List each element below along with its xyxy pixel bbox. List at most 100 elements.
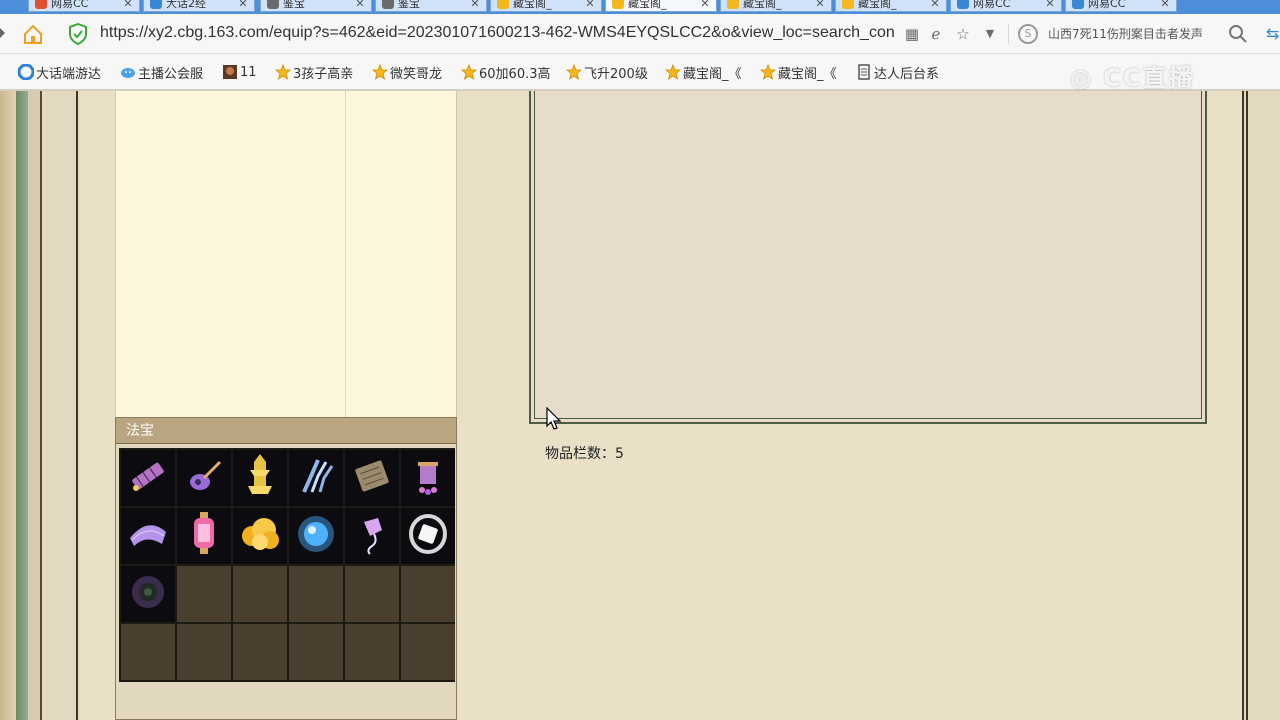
tab-close-icon[interactable]: ✕ <box>123 0 133 10</box>
tab-close-icon[interactable]: ✕ <box>238 0 248 10</box>
fabao-slot[interactable] <box>345 450 399 506</box>
tab-favicon-icon <box>150 0 162 9</box>
bookmark-label: 11 <box>240 64 257 80</box>
fabao-slot[interactable] <box>289 450 343 506</box>
golden-cloud-icon <box>236 512 284 560</box>
tab-title: 鉴宝 <box>398 0 420 10</box>
tab-favicon-icon <box>1072 0 1084 9</box>
tab-close-icon[interactable]: ✕ <box>585 0 595 10</box>
empty-fabao-slot[interactable] <box>177 566 231 622</box>
tab-title: 藏宝阁_ <box>513 0 552 10</box>
home-icon[interactable] <box>22 23 44 45</box>
bookmark-label: 藏宝阁_《 <box>778 66 837 82</box>
favorite-star-icon[interactable]: ☆ <box>953 24 973 44</box>
browser-tab[interactable]: 藏宝阁_ ✕ <box>835 0 947 12</box>
bookmarks-bar: ◎ CC直播 大话端游达 主播公会服 11 3孩子高亲 微笑哥龙 60加60.3高 飞升20… <box>0 54 1280 92</box>
fabao-slot[interactable] <box>177 450 231 506</box>
extension-icon[interactable]: ⇆ <box>1266 24 1280 44</box>
game-avatar-icon <box>222 64 238 80</box>
fabao-slot[interactable] <box>121 566 175 622</box>
fabao-slot[interactable] <box>121 450 175 506</box>
browser-tab[interactable]: 藏宝阁_ ✕ <box>490 0 602 12</box>
browser-tab[interactable]: 大话2经 ✕ <box>143 0 255 12</box>
fabao-slot[interactable] <box>345 508 399 564</box>
tab-title: 大话2经 <box>166 0 206 10</box>
browser-tab[interactable]: 鉴宝 ✕ <box>375 0 487 12</box>
tab-strip: 网易CC ✕ 大话2经 ✕ 鉴宝 ✕ 鉴宝 ✕ 藏宝阁_ ✕ 藏宝阁_ ✕ 藏宝阁_ ✕ 藏宝阁_ ✕ 网易CC… <box>0 0 1280 14</box>
empty-fabao-slot[interactable] <box>345 624 399 680</box>
bookmark-label: 飞升200级 <box>584 66 648 82</box>
bookmark-label: 藏宝阁_《 <box>683 66 742 82</box>
bookmark-item[interactable]: 大话端游达 <box>17 63 102 82</box>
empty-fabao-slot[interactable] <box>401 566 455 622</box>
empty-fabao-slot[interactable] <box>121 624 175 680</box>
secure-shield-icon[interactable] <box>68 23 88 45</box>
fabao-slot[interactable] <box>121 508 175 564</box>
empty-fabao-slot[interactable] <box>345 566 399 622</box>
empty-fabao-slot[interactable] <box>177 624 231 680</box>
browser-tab[interactable]: 网易CC ✕ <box>950 0 1062 12</box>
inventory-slot-count: 物品栏数：5 <box>545 446 624 462</box>
ice-claw-icon <box>294 454 338 502</box>
cc-live-watermark: ◎ CC直播 <box>1070 64 1195 92</box>
tab-close-icon[interactable]: ✕ <box>700 0 710 10</box>
browser-tab[interactable]: 藏宝阁_ ✕ <box>720 0 832 12</box>
golden-pagoda-icon <box>238 452 282 504</box>
tab-close-icon[interactable]: ✕ <box>355 0 365 10</box>
fabao-slot[interactable] <box>401 508 455 564</box>
mouse-cursor-icon <box>546 407 562 430</box>
chevron-down-icon[interactable]: ▼ <box>980 24 1000 44</box>
browser-tab[interactable]: 藏宝阁_ ✕ <box>605 0 717 12</box>
fabao-slot[interactable] <box>289 508 343 564</box>
bookmark-item[interactable]: 60加60.3高 <box>460 63 551 82</box>
tab-favicon-icon <box>842 0 854 9</box>
divider <box>1008 24 1009 44</box>
fabao-slot[interactable] <box>233 508 287 564</box>
column-divider <box>345 91 346 417</box>
empty-fabao-slot[interactable] <box>289 566 343 622</box>
empty-fabao-slot[interactable] <box>233 566 287 622</box>
bookmark-item[interactable]: 3孩子高亲 <box>274 63 353 82</box>
empty-fabao-slot[interactable] <box>289 624 343 680</box>
tab-close-icon[interactable]: ✕ <box>1045 0 1055 10</box>
empty-fabao-slot[interactable] <box>233 624 287 680</box>
news-ticker[interactable]: 山西7死11伤刑案目击者发声 <box>1048 25 1218 43</box>
browser-tab[interactable]: 网易CC ✕ <box>28 0 140 12</box>
star-bookmark-icon <box>274 63 292 80</box>
dark-orb-icon <box>126 570 170 618</box>
cc-logo-icon <box>17 63 35 81</box>
ie-mode-icon[interactable]: ℯ <box>926 24 946 44</box>
bookmark-item[interactable]: 主播公会服 <box>120 63 203 82</box>
browser-tab[interactable]: 鉴宝 ✕ <box>260 0 372 12</box>
qr-code-icon[interactable]: ▦ <box>902 24 922 44</box>
browser-tab[interactable]: 网易CC ✕ <box>1065 0 1177 12</box>
bookmark-item[interactable]: 飞升200级 <box>565 63 648 82</box>
purple-lantern-icon <box>406 454 450 502</box>
decorative-border <box>0 91 16 720</box>
fabao-slot[interactable] <box>401 450 455 506</box>
fabao-slot[interactable] <box>177 508 231 564</box>
tab-title: 网易CC <box>973 0 1011 10</box>
empty-fabao-slot[interactable] <box>401 624 455 680</box>
bookmark-item[interactable]: 藏宝阁_《 <box>664 63 742 82</box>
tab-close-icon[interactable]: ✕ <box>1160 0 1170 10</box>
jade-pendant-icon <box>350 512 394 560</box>
tab-close-icon[interactable]: ✕ <box>470 0 480 10</box>
tab-title: 鉴宝 <box>283 0 305 10</box>
bronze-tablet-icon <box>350 454 394 502</box>
bookmark-label: 60加60.3高 <box>479 66 551 82</box>
bamboo-scroll-icon <box>126 454 170 502</box>
tab-close-icon[interactable]: ✕ <box>930 0 940 10</box>
bookmark-item[interactable]: 达人后台系 <box>856 63 939 82</box>
bookmark-label: 大话端游达 <box>36 66 102 82</box>
bookmark-item[interactable]: 11 <box>222 63 257 81</box>
search-icon[interactable] <box>1228 24 1248 44</box>
tab-close-icon[interactable]: ✕ <box>815 0 825 10</box>
collapse-arrow-icon[interactable] <box>0 28 5 38</box>
document-icon <box>856 64 872 80</box>
bookmark-item[interactable]: 藏宝阁_《 <box>759 63 837 82</box>
url-field[interactable]: https://xy2.cbg.163.com/equip?s=462&eid=… <box>100 24 896 44</box>
tab-favicon-icon <box>612 0 624 9</box>
bookmark-item[interactable]: 微笑哥龙 <box>371 63 442 82</box>
fabao-slot[interactable] <box>233 450 287 506</box>
